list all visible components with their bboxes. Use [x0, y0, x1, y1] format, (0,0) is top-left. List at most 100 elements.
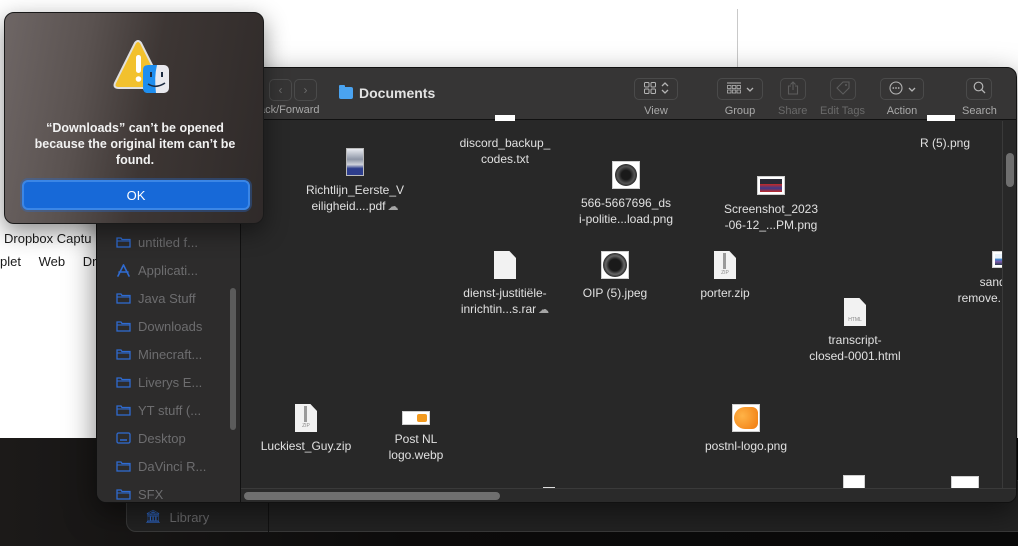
folder-icon [116, 236, 131, 248]
tag-icon [835, 80, 850, 98]
sidebar-item-label: untitled f... [138, 234, 198, 250]
sidebar-scrollbar[interactable] [230, 288, 236, 430]
file-name: transcript-closed-0001.html [809, 333, 901, 363]
icloud-download-icon[interactable]: ☁ [388, 199, 399, 215]
ok-button[interactable]: OK [22, 180, 250, 210]
file-name: Screenshot_2023 -06-12_...PM.png [723, 202, 819, 232]
view-button-frame [634, 78, 678, 100]
folder-icon [339, 85, 353, 99]
chevron-down-icon [746, 82, 754, 96]
chevron-right-icon: › [303, 83, 308, 97]
image-thumbnail [612, 161, 640, 189]
sidebar-item-label: Desktop [138, 430, 186, 446]
view-label: View [644, 105, 668, 117]
file-icon-grid: Richtlijn_Eerste_V eiligheid....pdf ☁ disc… [241, 115, 1016, 502]
file-item[interactable]: discord_backup_ codes.txt [440, 129, 570, 167]
folder-icon [116, 460, 131, 472]
share-icon [787, 80, 799, 98]
icloud-download-icon[interactable]: ☁ [538, 302, 549, 318]
file-thumbnail-clipped [495, 115, 515, 121]
action-button[interactable]: Action [880, 78, 924, 117]
folder-icon [116, 404, 131, 416]
sidebar-item-java-stuff[interactable]: Java Stuff [97, 284, 241, 312]
image-thumbnail [402, 411, 430, 425]
toolbar: ‹ › ack/Forward Documents View Group Sha… [241, 68, 1016, 120]
sidebar-item-applications[interactable]: Applicati... [97, 256, 241, 284]
sidebar-item-library[interactable]: 🏛 Library [145, 509, 209, 525]
sidebar-item-desktop[interactable]: Desktop [97, 424, 241, 452]
image-thumbnail [732, 404, 760, 432]
back-button[interactable]: ‹ [269, 79, 292, 101]
sidebar-item-label: Minecraft... [138, 346, 203, 362]
sidebar-item-liverys[interactable]: Liverys E... [97, 368, 241, 396]
chevron-down-icon [908, 82, 916, 96]
alert-message: “Downloads” can’t be opened because the … [34, 121, 236, 167]
file-item[interactable]: postnl-logo.png [681, 404, 811, 454]
zipper-icon [723, 253, 726, 269]
file-item[interactable]: HTML transcript-closed-0001.html [790, 298, 920, 364]
background-menu-item[interactable]: plet [0, 254, 21, 269]
image-thumbnail [757, 176, 785, 195]
sidebar-item-downloads[interactable]: Downloads [97, 312, 241, 340]
sidebar-item-untitled-folder[interactable]: untitled f... [97, 228, 241, 256]
horizontal-scrollbar[interactable] [241, 488, 1016, 502]
grid-icon [643, 81, 656, 97]
forward-button[interactable]: › [294, 79, 317, 101]
folder-icon [116, 348, 131, 360]
file-name: dienst-justitiële-inrichtin...s.rar ☁ [460, 286, 550, 318]
html-file-icon: HTML [844, 298, 866, 326]
window-title-text: Documents [359, 85, 436, 101]
sidebar-item-sfx[interactable]: SFX [97, 480, 241, 502]
desktop-icon [116, 432, 131, 444]
file-thumbnail-clipped [927, 115, 955, 121]
folder-icon [116, 320, 131, 332]
search-button-frame [966, 78, 993, 100]
sidebar-item-label: YT stuff (... [138, 402, 202, 418]
share-label: Share [778, 105, 808, 117]
search-label: Search [962, 105, 997, 117]
divider [737, 9, 738, 69]
file-item[interactable]: ZIP porter.zip [660, 251, 790, 301]
image-thumbnail-clipped [843, 475, 865, 489]
edit-tags-button-frame [829, 78, 856, 100]
sidebar-item-minecraft[interactable]: Minecraft... [97, 340, 241, 368]
group-icon [726, 82, 741, 97]
edit-tags-button[interactable]: Edit Tags [820, 78, 865, 117]
zipper-icon [304, 406, 307, 422]
sidebar-list: untitled f... Applicati... Java Stuff Do… [97, 228, 241, 502]
back-forward-buttons: ‹ › [269, 79, 317, 101]
edit-tags-label: Edit Tags [820, 105, 866, 117]
file-name: 566-5667696_ds i-politie...load.png [578, 196, 674, 226]
window-title: Documents [339, 85, 435, 101]
file-name: porter.zip [700, 286, 750, 300]
sidebar-item-label: Applicati... [138, 262, 198, 278]
file-name: Post NL logo.webp [388, 432, 444, 462]
folder-icon [116, 376, 131, 388]
horizontal-scroll-thumb[interactable] [244, 492, 500, 500]
sidebar-item-label: Downloads [138, 318, 203, 334]
alert-dialog: “Downloads” can’t be opened because the … [4, 12, 264, 224]
background-menu-item[interactable]: Web [39, 254, 66, 269]
file-item[interactable]: R (5).png [880, 129, 1010, 151]
back-forward-label: ack/Forward [259, 104, 320, 116]
vertical-scrollbar[interactable] [1002, 121, 1016, 488]
share-button[interactable]: Share [778, 78, 807, 117]
file-item[interactable]: Richtlijn_Eerste_V eiligheid....pdf ☁ [290, 148, 420, 215]
pdf-thumbnail [346, 148, 364, 176]
sidebar-item-yt-stuff[interactable]: YT stuff (... [97, 396, 241, 424]
file-item[interactable]: Post NL logo.webp [351, 411, 481, 463]
sidebar-item-davinci[interactable]: DaVinci R... [97, 452, 241, 480]
image-thumbnail [601, 251, 629, 279]
group-button[interactable]: Group [717, 78, 763, 117]
file-name: postnl-logo.png [704, 439, 788, 453]
file-name: Richtlijn_Eerste_V eiligheid....pdf ☁ [305, 183, 405, 215]
group-button-frame [717, 78, 763, 100]
file-item[interactable]: 566-5667696_ds i-politie...load.png [561, 161, 691, 227]
ellipsis-circle-icon [888, 80, 903, 98]
vertical-scroll-thumb[interactable] [1006, 153, 1014, 187]
search-button[interactable]: Search [962, 78, 997, 117]
file-item[interactable]: Screenshot_2023 -06-12_...PM.png [706, 176, 836, 233]
group-label: Group [724, 105, 756, 117]
view-button[interactable]: View [634, 78, 678, 117]
background-text: Dropbox Captu [4, 231, 92, 246]
